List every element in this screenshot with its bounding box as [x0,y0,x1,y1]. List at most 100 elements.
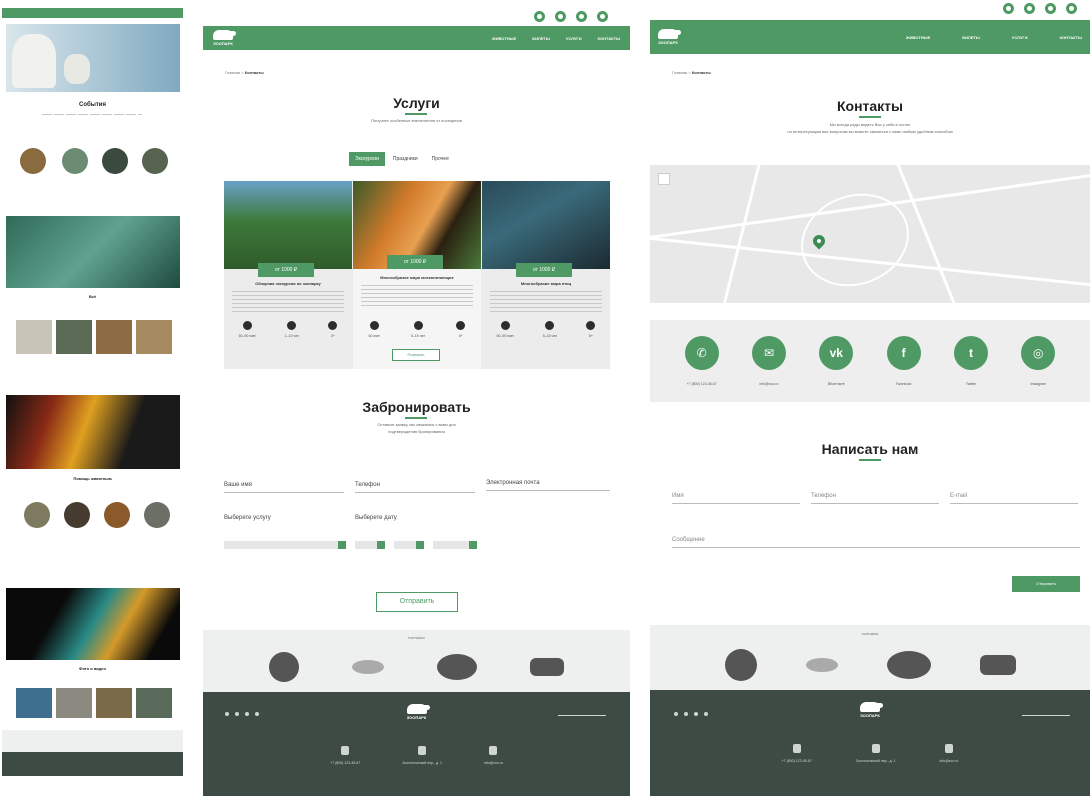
booking-subtitle-1: Оставьте заявку, мы свяжемся с вами для [377,422,456,427]
overview-animal-photo[interactable] [24,502,50,528]
overview-animal-photo[interactable] [20,148,46,174]
contact-facebook[interactable]: f Facebook [874,336,934,402]
social-icon[interactable] [1003,3,1014,14]
breadcrumb-home[interactable]: Главная [672,70,687,75]
footer-search-input[interactable] [1022,710,1070,716]
nav-services[interactable]: УСЛУГИ [566,36,582,41]
footer-address[interactable]: Зоологический пер., д. 1 [856,744,895,763]
service-select[interactable] [224,539,346,551]
contact-twitter[interactable]: t Twitter [941,336,1001,402]
location-map[interactable] [650,165,1090,303]
contacts-subtitle-1: Мы всегда рады видеть Вас у себя в гостя… [829,122,911,127]
partner-logo[interactable] [886,651,931,679]
nav-contacts[interactable]: КОНТАКТЫ [598,36,620,41]
top-social-links [534,11,608,22]
clock-icon [369,321,379,330]
overview-animal-card[interactable] [16,320,52,354]
contact-email[interactable]: ✉ info@zoo.ru [739,336,799,402]
email-field[interactable]: E-mail [950,493,1078,504]
contact-label: Facebook [895,382,912,386]
message-field[interactable]: Сообщение [672,537,1080,548]
overview-media-thumb[interactable] [136,688,172,718]
overview-animal-photo[interactable] [144,502,170,528]
logo-text: ЗООПАРК [658,40,678,45]
partner-logo[interactable] [436,654,477,680]
overview-animal-card[interactable] [96,320,132,354]
service-card[interactable]: от 1000 ₽ Обзорная экскурсия по зоопарку… [224,181,352,369]
footer-phone[interactable]: +7 (800) 123-45-67 [782,744,812,763]
show-more-button[interactable]: Показать [392,349,440,361]
social-icon[interactable] [534,11,545,22]
stat-value: 6+ [588,334,593,338]
overview-media-thumb[interactable] [16,688,52,718]
phone-field[interactable]: Телефон [355,482,475,493]
partner-logo[interactable] [724,649,757,681]
partner-logo[interactable] [269,652,300,682]
social-icon[interactable] [1045,3,1056,14]
social-icon[interactable] [1024,3,1035,14]
overview-animal-card[interactable] [56,320,92,354]
overview-animal-photo[interactable] [64,502,90,528]
nav-animals[interactable]: ЖИВОТНЫЕ [492,36,516,41]
breadcrumb-current: Контакты [691,70,711,75]
services-tabs: Экскурсии Праздники Прочее [349,152,455,166]
social-icon[interactable] [555,11,566,22]
card-price: от 1000 ₽ [516,263,572,277]
send-button[interactable]: Отправить [1012,576,1080,592]
partners-label: ПАРТНЁРЫ [861,632,879,636]
month-select[interactable] [394,539,424,551]
partner-logo[interactable] [805,658,838,672]
chevron-down-icon [416,541,424,549]
phone-icon: ✆ [684,336,719,370]
partner-logo[interactable] [352,660,385,674]
breadcrumb-home[interactable]: Главная [225,70,240,75]
partner-logo[interactable] [529,658,564,676]
nav-services[interactable]: УСЛУГИ [1012,35,1028,40]
footer-email[interactable]: info@zoo.ru [939,744,958,763]
tab-other[interactable]: Прочее [426,152,455,166]
service-card[interactable]: от 1000 ₽ Многообразие мира птиц 60–90 м… [482,181,610,369]
overview-section-title-events: События [79,102,106,108]
footer-address[interactable]: Зоологический пер., д. 1 [402,746,442,765]
footer-search-input[interactable] [558,710,606,716]
tab-excursions[interactable]: Экскурсии [349,152,385,166]
overview-animal-photo[interactable] [142,148,168,174]
social-icon[interactable] [597,11,608,22]
footer-phone[interactable]: +7 (800) 123-45-67 [330,746,360,765]
social-icon[interactable] [576,11,587,22]
contact-instagram[interactable]: ◎ Instagram [1008,336,1068,402]
day-select[interactable] [355,539,385,551]
overview-animal-photo[interactable] [104,502,130,528]
nav-tickets[interactable]: БИЛЕТЫ [532,36,550,41]
contact-vk[interactable]: vk ВКонтакте [806,336,866,402]
year-select[interactable] [433,539,477,551]
tab-holidays[interactable]: Праздники [387,152,424,166]
partner-logo[interactable] [979,655,1016,675]
map-zoom-control[interactable] [658,173,670,185]
site-logo[interactable]: ЗООПАРК [213,30,236,46]
overview-media-thumb[interactable] [96,688,132,718]
title-underline [405,113,427,115]
bear-logo-icon [213,30,236,40]
contact-label: ВКонтакте [827,382,845,386]
overview-media-thumb[interactable] [56,688,92,718]
nav-animals[interactable]: ЖИВОТНЫЕ [906,35,930,40]
email-field[interactable]: Электронная почта [486,480,610,491]
footer-email-text: info@zoo.ru [939,759,959,763]
social-icon[interactable] [1066,3,1077,14]
contacts-page: ЗООПАРК ЖИВОТНЫЕ БИЛЕТЫ УСЛУГИ КОНТАКТЫ … [650,0,1090,796]
name-field[interactable]: Имя [672,493,800,504]
footer-email[interactable]: info@zoo.ru [484,746,503,765]
overview-animal-photo[interactable] [62,148,88,174]
site-logo[interactable]: ЗООПАРК [658,29,681,45]
overview-animal-photo[interactable] [102,148,128,174]
service-card[interactable]: от 1000 ₽ Многообразие мира млекопитающи… [353,181,481,369]
phone-field[interactable]: Телефон [811,493,939,504]
name-field[interactable]: Ваше имя [224,482,344,493]
nav-tickets[interactable]: БИЛЕТЫ [962,35,980,40]
contacts-title: Контакты [836,98,903,114]
nav-contacts[interactable]: КОНТАКТЫ [1060,35,1082,40]
overview-animal-card[interactable] [136,320,172,354]
contact-phone[interactable]: ✆ +7 (800) 123-45-67 [672,336,732,402]
send-button[interactable]: Отправить [376,592,458,612]
